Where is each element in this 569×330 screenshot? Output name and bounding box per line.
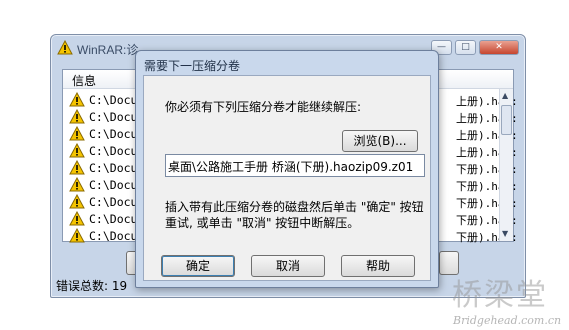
warning-icon	[69, 228, 85, 243]
error-total: 错误总数: 19	[56, 279, 128, 293]
warning-icon	[57, 40, 73, 55]
browse-button[interactable]: 浏览(B)...	[342, 130, 418, 152]
watermark-url: Bridgehead.com.cn	[453, 314, 562, 327]
window-title: WinRAR:诊	[77, 43, 139, 57]
cancel-button[interactable]: 取消	[251, 255, 325, 277]
ok-button[interactable]: 确定	[161, 255, 235, 277]
dialog-title: 需要下一压缩分卷	[144, 59, 241, 73]
warning-icon	[69, 160, 85, 175]
volume-path-field[interactable]: 桌面\公路施工手册 桥涵(下册).haozip09.z01	[165, 154, 425, 177]
vertical-scrollbar[interactable]: ▲ ▼	[499, 89, 513, 241]
watermark-logo: 桥梁堂	[452, 278, 548, 313]
volume-path-text: 桌面\公路施工手册 桥涵(下册).haozip09.z01	[168, 160, 414, 174]
warning-icon	[69, 194, 85, 209]
dialog-instruction: 插入带有此压缩分卷的磁盘然后单击 "确定" 按钮重试, 或单击 "取消" 按钮中…	[165, 200, 424, 230]
warning-icon	[69, 211, 85, 226]
scrollbar-thumb[interactable]	[501, 105, 512, 135]
warning-icon	[69, 177, 85, 192]
close-button[interactable]: ✕	[479, 40, 519, 55]
help-button[interactable]: 帮助	[341, 255, 415, 277]
warning-icon	[69, 109, 85, 124]
dialog-prompt: 你必须有下列压缩分卷才能继续解压:	[165, 100, 362, 114]
dialog-body: 你必须有下列压缩分卷才能继续解压: 浏览(B)... 桌面\公路施工手册 桥涵(…	[143, 75, 431, 281]
next-volume-dialog: 需要下一压缩分卷 你必须有下列压缩分卷才能继续解压: 浏览(B)... 桌面\公…	[135, 50, 439, 288]
scroll-down-icon[interactable]: ▼	[502, 229, 508, 238]
warning-icon	[69, 126, 85, 141]
warning-icon	[69, 143, 85, 158]
maximize-button[interactable]: □	[455, 40, 476, 55]
scroll-up-icon[interactable]: ▲	[502, 91, 508, 100]
warning-icon	[69, 92, 85, 107]
column-header-label: 信息	[72, 74, 97, 88]
